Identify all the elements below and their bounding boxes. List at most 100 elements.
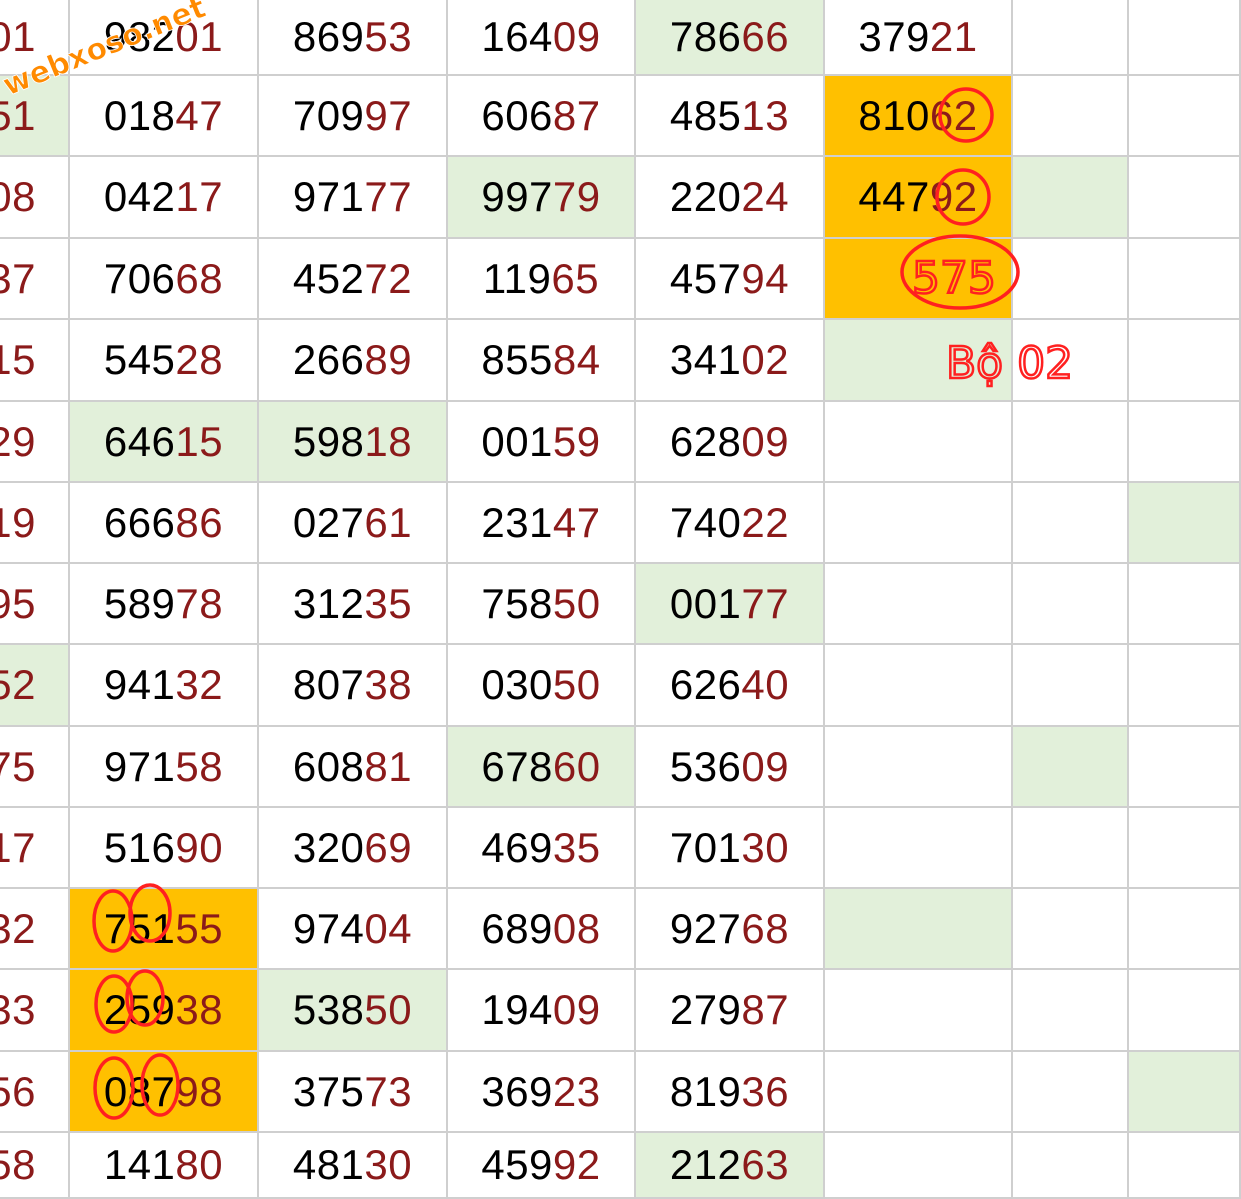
empty-cell bbox=[825, 808, 1013, 889]
empty-cell bbox=[1013, 320, 1129, 402]
result-cell: 447 92 bbox=[825, 157, 1013, 239]
number-tail: 62 bbox=[929, 91, 978, 139]
number-head: 538 bbox=[292, 986, 365, 1033]
empty-cell bbox=[825, 402, 1013, 483]
number-tail: 13 bbox=[741, 91, 790, 139]
result-cell: 982 01 bbox=[70, 0, 259, 76]
result-cell: 001 77 bbox=[636, 564, 825, 645]
result-cell: 58 bbox=[0, 1133, 70, 1199]
empty-cell bbox=[1129, 727, 1241, 808]
number-head: 266 bbox=[292, 336, 365, 383]
result-cell: 974 04 bbox=[259, 889, 448, 970]
number-head: 810 bbox=[858, 91, 930, 139]
empty-cell bbox=[1129, 970, 1241, 1052]
number-tail: 86 bbox=[175, 498, 224, 546]
number-head: 666 bbox=[103, 498, 176, 546]
number-tail: 35 bbox=[364, 579, 413, 627]
empty-cell bbox=[825, 970, 1013, 1052]
result-cell: 37 bbox=[0, 239, 70, 320]
result-cell: 141 80 bbox=[70, 1133, 259, 1199]
number-head: 608 bbox=[292, 742, 365, 790]
number-head: 626 bbox=[669, 661, 742, 708]
empty-cell bbox=[1013, 0, 1129, 76]
number-tail: 81 bbox=[364, 742, 413, 790]
number-head: 606 bbox=[481, 91, 553, 139]
result-cell: 33 bbox=[0, 970, 70, 1052]
result-cell: 997 79 bbox=[448, 157, 636, 239]
number-tail: 47 bbox=[175, 91, 224, 139]
number-head: 194 bbox=[481, 986, 553, 1033]
result-cell: 259 38 bbox=[70, 970, 259, 1052]
number-tail: 87 bbox=[741, 986, 790, 1033]
number-head: 375 bbox=[292, 1067, 365, 1115]
result-cell: 452 72 bbox=[259, 239, 448, 320]
result-cell: 758 50 bbox=[448, 564, 636, 645]
number-head: 740 bbox=[669, 498, 742, 546]
number-head: 030 bbox=[481, 661, 553, 708]
number-head: 689 bbox=[481, 904, 553, 952]
result-cell: 689 08 bbox=[448, 889, 636, 970]
number-tail: 17 bbox=[175, 173, 224, 220]
result-cell: 95 bbox=[0, 564, 70, 645]
result-cell: 042 17 bbox=[70, 157, 259, 239]
empty-cell bbox=[1129, 157, 1241, 239]
number-tail: 18 bbox=[364, 417, 413, 465]
number-tail: 08 bbox=[552, 904, 601, 952]
number-tail: 87 bbox=[552, 91, 601, 139]
empty-cell bbox=[825, 239, 1013, 320]
number-tail: 21 bbox=[929, 13, 978, 60]
result-cell: 119 65 bbox=[448, 239, 636, 320]
result-cell: 341 02 bbox=[636, 320, 825, 402]
number-head: 369 bbox=[481, 1067, 553, 1115]
result-cell: 379 21 bbox=[825, 0, 1013, 76]
number-head: 320 bbox=[292, 823, 365, 871]
result-cell: 626 40 bbox=[636, 645, 825, 727]
number-head: 447 bbox=[858, 173, 930, 220]
number-tail: 80 bbox=[175, 1141, 224, 1188]
result-cell: 320 69 bbox=[259, 808, 448, 889]
empty-cell bbox=[1013, 76, 1129, 157]
result-cell: 606 87 bbox=[448, 76, 636, 157]
result-cell: 516 90 bbox=[70, 808, 259, 889]
number-tail: 01 bbox=[175, 13, 224, 60]
result-cell: 810 62 bbox=[825, 76, 1013, 157]
number-head: 212 bbox=[669, 1141, 742, 1188]
number-tail: 61 bbox=[364, 498, 413, 546]
number-head: 516 bbox=[103, 823, 176, 871]
number-head: 758 bbox=[481, 579, 553, 627]
empty-cell bbox=[1013, 970, 1129, 1052]
number-tail: 32 bbox=[175, 661, 224, 708]
number-tail: 68 bbox=[741, 904, 790, 952]
number-tail: 68 bbox=[175, 254, 224, 302]
number-head: 087 bbox=[103, 1067, 176, 1115]
empty-cell bbox=[1013, 808, 1129, 889]
number-tail: 01 bbox=[0, 13, 36, 60]
number-head: 751 bbox=[103, 904, 176, 952]
result-cell: 279 87 bbox=[636, 970, 825, 1052]
number-tail: 04 bbox=[364, 904, 413, 952]
result-cell: 971 77 bbox=[259, 157, 448, 239]
result-cell: 15 bbox=[0, 320, 70, 402]
empty-cell bbox=[1013, 157, 1129, 239]
number-head: 042 bbox=[103, 173, 176, 220]
result-cell: 56 bbox=[0, 1052, 70, 1133]
result-cell: 786 66 bbox=[636, 0, 825, 76]
number-head: 545 bbox=[103, 336, 176, 383]
result-cell: 709 97 bbox=[259, 76, 448, 157]
number-head: 312 bbox=[292, 579, 365, 627]
empty-cell bbox=[1129, 564, 1241, 645]
number-head: 379 bbox=[858, 13, 930, 60]
number-tail: 94 bbox=[741, 254, 790, 302]
empty-cell bbox=[1129, 645, 1241, 727]
number-tail: 30 bbox=[741, 823, 790, 871]
number-head: 927 bbox=[669, 904, 742, 952]
empty-cell bbox=[825, 1052, 1013, 1133]
number-head: 164 bbox=[481, 13, 553, 60]
number-tail: 47 bbox=[552, 498, 601, 546]
result-cell: 536 09 bbox=[636, 727, 825, 808]
number-head: 819 bbox=[669, 1067, 742, 1115]
number-tail: 77 bbox=[741, 579, 790, 627]
result-cell: 08 bbox=[0, 157, 70, 239]
number-tail: 33 bbox=[0, 986, 36, 1033]
number-tail: 75 bbox=[0, 742, 36, 790]
